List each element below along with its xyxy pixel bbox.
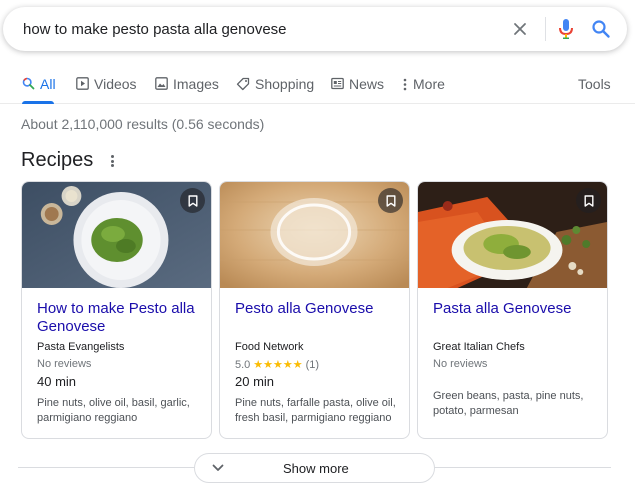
recipe-card[interactable]: Pasta alla Genovese Great Italian Chefs …: [417, 181, 608, 439]
save-recipe-button[interactable]: [180, 188, 205, 213]
show-more-label: Show more: [283, 461, 349, 476]
search-icon: [592, 20, 610, 38]
recipe-card[interactable]: Pesto alla Genovese Food Network 5.0 ★★★…: [219, 181, 410, 439]
bookmark-icon: [188, 194, 197, 207]
recipe-ingredients: Pine nuts, olive oil, basil, garlic, par…: [37, 397, 190, 424]
star-rating-icon: ★★★★★: [253, 359, 303, 371]
recipe-title[interactable]: How to make Pesto alla Genovese: [37, 300, 205, 336]
recipes-options-button[interactable]: [106, 153, 118, 169]
recipes-heading: Recipes: [21, 149, 94, 171]
chevron-down-icon: [212, 464, 224, 471]
search-button[interactable]: [589, 17, 613, 41]
recipe-time: 40 min: [37, 374, 77, 389]
result-stats: About 2,110,000 results (0.56 seconds): [21, 116, 265, 132]
recipe-card[interactable]: How to make Pesto alla Genovese Pasta Ev…: [21, 181, 212, 439]
recipe-source: Great Italian Chefs: [433, 341, 525, 353]
recipe-reviews: No reviews: [433, 358, 488, 370]
image-icon: [155, 77, 168, 90]
rating-value: 5.0: [235, 358, 251, 371]
tab-all-label: All: [40, 76, 56, 92]
tab-news-label: News: [349, 76, 385, 92]
tab-shopping-label: Shopping: [255, 76, 315, 92]
search-bar-divider: [545, 17, 546, 41]
search-icon: [22, 77, 35, 90]
clear-search-button[interactable]: [508, 17, 532, 41]
active-tab-indicator: [22, 101, 54, 104]
tab-images-label: Images: [173, 76, 219, 92]
recipe-title[interactable]: Pesto alla Genovese: [235, 300, 403, 318]
microphone-icon: [559, 19, 573, 39]
recipe-time: 20 min: [235, 374, 275, 389]
bookmark-icon: [386, 194, 395, 207]
tab-more[interactable]: More: [402, 76, 445, 104]
dot: [110, 159, 114, 163]
tab-all[interactable]: All: [22, 76, 56, 104]
newspaper-icon: [331, 77, 344, 90]
search-input[interactable]: [23, 19, 493, 39]
tab-more-label: More: [413, 76, 445, 92]
kebab-icon: [403, 78, 407, 91]
recipe-source: Pasta Evangelists: [37, 341, 125, 353]
rating-count: (1): [305, 358, 320, 371]
recipe-reviews: No reviews: [37, 358, 92, 370]
show-more-button[interactable]: Show more: [194, 453, 435, 483]
tools-label: Tools: [578, 76, 611, 92]
close-icon: [514, 23, 526, 35]
tab-shopping[interactable]: Shopping: [236, 76, 314, 104]
play-icon: [76, 77, 89, 90]
recipe-ingredients: Pine nuts, farfalle pasta, olive oil, fr…: [235, 397, 396, 424]
tab-videos-label: Videos: [94, 76, 137, 92]
bookmark-icon: [584, 194, 593, 207]
recipe-ingredients: Green beans, pasta, pine nuts, potato, p…: [433, 390, 584, 417]
tag-icon: [236, 77, 250, 91]
tools-button[interactable]: Tools: [578, 76, 611, 104]
recipe-source: Food Network: [235, 341, 304, 353]
tab-videos[interactable]: Videos: [76, 76, 137, 104]
dot: [110, 164, 114, 167]
voice-search-button[interactable]: [554, 17, 578, 41]
search-tabs: All Videos Images Shopping News More Too…: [0, 70, 635, 104]
save-recipe-button[interactable]: [378, 188, 403, 213]
tab-news[interactable]: News: [331, 76, 384, 104]
search-bar: [3, 7, 627, 51]
recipe-rating: 5.0 ★★★★★ (1): [235, 358, 320, 372]
dot: [110, 155, 114, 158]
tab-images[interactable]: Images: [155, 76, 219, 104]
save-recipe-button[interactable]: [576, 188, 601, 213]
recipe-title[interactable]: Pasta alla Genovese: [433, 300, 601, 318]
